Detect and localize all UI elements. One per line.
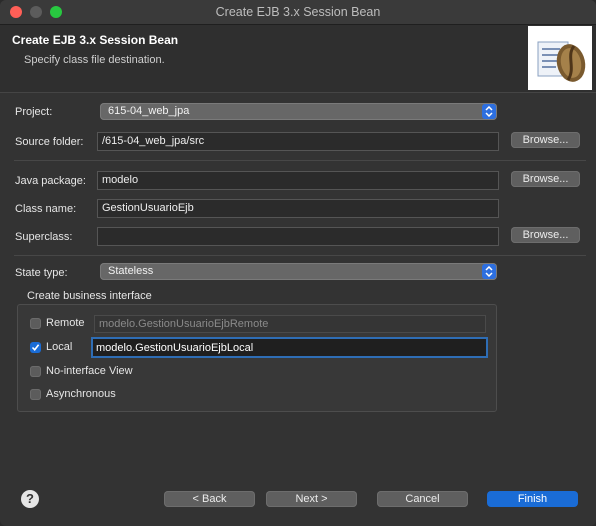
finish-button[interactable]: Finish — [487, 491, 578, 507]
checkmark-icon — [31, 344, 40, 352]
project-combo[interactable]: 615-04_web_jpa — [100, 103, 497, 120]
title-bar: Create EJB 3.x Session Bean — [0, 0, 596, 25]
state-type-label: State type: — [15, 267, 68, 279]
asynchronous-checkbox[interactable] — [30, 389, 41, 400]
remote-label: Remote — [46, 317, 85, 329]
next-button[interactable]: Next > — [266, 491, 357, 507]
class-name-label: Class name: — [15, 203, 77, 215]
remote-interface-value: modelo.GestionUsuarioEjbRemote — [99, 318, 269, 330]
separator — [14, 255, 586, 256]
remote-interface-field[interactable]: modelo.GestionUsuarioEjbRemote — [94, 315, 486, 333]
state-type-value: Stateless — [108, 265, 154, 277]
help-icon[interactable]: ? — [21, 490, 39, 508]
project-label: Project: — [15, 106, 53, 118]
source-folder-label: Source folder: — [15, 136, 84, 148]
java-package-label: Java package: — [15, 175, 86, 187]
remote-checkbox[interactable] — [30, 318, 41, 329]
local-interface-field[interactable]: modelo.GestionUsuarioEjbLocal — [91, 337, 488, 358]
banner-subtitle: Specify class file destination. — [24, 54, 165, 66]
session-bean-logo-icon — [528, 26, 592, 90]
browse-source-folder-button[interactable]: Browse... — [511, 132, 580, 148]
local-interface-value: modelo.GestionUsuarioEjbLocal — [96, 342, 254, 354]
no-interface-view-checkbox[interactable] — [30, 366, 41, 377]
back-button[interactable]: < Back — [164, 491, 255, 507]
superclass-field[interactable] — [97, 227, 499, 246]
class-name-value: GestionUsuarioEjb — [102, 202, 194, 214]
wizard-banner: Create EJB 3.x Session Bean Specify clas… — [0, 25, 596, 93]
business-interface-title: Create business interface — [27, 290, 152, 302]
no-interface-view-label: No-interface View — [46, 365, 133, 377]
window-title: Create EJB 3.x Session Bean — [215, 5, 381, 19]
browse-superclass-button[interactable]: Browse... — [511, 227, 580, 243]
state-type-combo[interactable]: Stateless — [100, 263, 497, 280]
local-label: Local — [46, 341, 73, 353]
banner-title: Create EJB 3.x Session Bean — [12, 33, 179, 47]
dialog-window: Create EJB 3.x Session Bean Create EJB 3… — [0, 0, 596, 526]
source-folder-value: /615-04_web_jpa/src — [102, 135, 205, 147]
java-package-value: modelo — [102, 174, 139, 186]
source-folder-field[interactable]: /615-04_web_jpa/src — [97, 132, 499, 151]
chevron-updown-icon — [482, 104, 496, 119]
java-package-field[interactable]: modelo — [97, 171, 499, 190]
chevron-updown-icon — [482, 264, 496, 279]
class-name-field[interactable]: GestionUsuarioEjb — [97, 199, 499, 218]
project-value: 615-04_web_jpa — [108, 105, 190, 117]
local-checkbox[interactable] — [30, 342, 41, 353]
browse-package-button[interactable]: Browse... — [511, 171, 580, 187]
cancel-button[interactable]: Cancel — [377, 491, 468, 507]
separator — [14, 160, 586, 161]
superclass-label: Superclass: — [15, 231, 73, 243]
asynchronous-label: Asynchronous — [46, 388, 116, 400]
